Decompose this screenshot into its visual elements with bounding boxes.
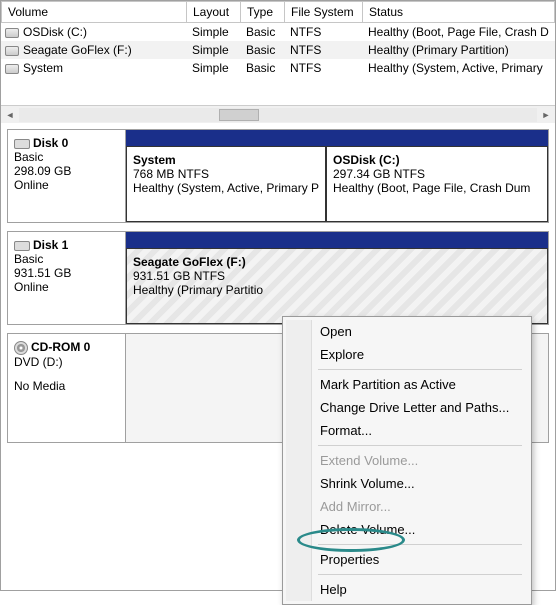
partition-size: 931.51 GB NTFS (133, 269, 541, 283)
col-filesystem[interactable]: File System (285, 2, 363, 23)
partition-selected[interactable]: Seagate GoFlex (F:) 931.51 GB NTFS Healt… (126, 248, 548, 324)
menu-change-letter[interactable]: Change Drive Letter and Paths... (286, 396, 528, 419)
partition-size: 297.34 GB NTFS (333, 167, 541, 181)
partition-name: OSDisk (C:) (333, 153, 541, 167)
menu-separator (318, 369, 522, 370)
volume-name: Seagate GoFlex (F:) (23, 43, 132, 57)
volume-icon (5, 64, 19, 74)
cdrom-drive: DVD (D:) (14, 355, 119, 369)
disk-row-1: Disk 1 Basic 931.51 GB Online Seagate Go… (7, 231, 549, 325)
scroll-thumb[interactable] (219, 109, 259, 121)
cdrom-icon (14, 341, 28, 355)
partition-status: Healthy (Boot, Page File, Crash Dum (333, 181, 541, 195)
col-status[interactable]: Status (363, 2, 555, 23)
cdrom-state: No Media (14, 379, 119, 393)
col-type[interactable]: Type (241, 2, 285, 23)
partition-status: Healthy (System, Active, Primary P (133, 181, 319, 195)
menu-open[interactable]: Open (286, 320, 528, 343)
context-menu: Open Explore Mark Partition as Active Ch… (282, 316, 532, 605)
menu-mark-active[interactable]: Mark Partition as Active (286, 373, 528, 396)
disk-info[interactable]: CD-ROM 0 DVD (D:) No Media (8, 334, 126, 442)
disk-title: Disk 1 (33, 238, 68, 252)
volume-name: OSDisk (C:) (23, 25, 87, 39)
volume-list: Volume Layout Type File System Status (1, 1, 555, 23)
col-volume[interactable]: Volume (2, 2, 187, 23)
disk-size: 931.51 GB (14, 266, 119, 280)
disk-title: Disk 0 (33, 136, 68, 150)
menu-add-mirror: Add Mirror... (286, 495, 528, 518)
volume-row[interactable]: Seagate GoFlex (F:) Simple Basic NTFS He… (1, 41, 555, 59)
partition-name: System (133, 153, 319, 167)
partition-name: Seagate GoFlex (F:) (133, 255, 541, 269)
disk-type: Basic (14, 150, 119, 164)
menu-explore[interactable]: Explore (286, 343, 528, 366)
scroll-track[interactable] (19, 108, 537, 122)
menu-separator (318, 574, 522, 575)
disk-state: Online (14, 178, 119, 192)
menu-properties[interactable]: Properties (286, 548, 528, 571)
disk-title: CD-ROM 0 (31, 340, 90, 354)
scroll-right-icon[interactable]: ► (537, 106, 555, 124)
horizontal-scrollbar[interactable]: ◄ ► (1, 105, 555, 123)
volume-icon (5, 28, 19, 38)
scroll-left-icon[interactable]: ◄ (1, 106, 19, 124)
disk-type: Basic (14, 252, 119, 266)
disk-management-window: Volume Layout Type File System Status OS… (0, 0, 556, 591)
col-layout[interactable]: Layout (187, 2, 241, 23)
menu-help[interactable]: Help (286, 578, 528, 601)
volume-row[interactable]: System Simple Basic NTFS Healthy (System… (1, 59, 555, 77)
volume-icon (5, 46, 19, 56)
disk-state: Online (14, 280, 119, 294)
menu-extend: Extend Volume... (286, 449, 528, 472)
partition[interactable]: OSDisk (C:) 297.34 GB NTFS Healthy (Boot… (326, 146, 548, 222)
disk-icon (14, 241, 30, 251)
disk-icon (14, 139, 30, 149)
partition-header-bar (126, 232, 548, 248)
menu-separator (318, 445, 522, 446)
partition-size: 768 MB NTFS (133, 167, 319, 181)
partition-header-bar (126, 130, 548, 146)
disk-size: 298.09 GB (14, 164, 119, 178)
partition-status: Healthy (Primary Partitio (133, 283, 541, 297)
disk-info[interactable]: Disk 0 Basic 298.09 GB Online (8, 130, 126, 222)
volume-row[interactable]: OSDisk (C:) Simple Basic NTFS Healthy (B… (1, 23, 555, 41)
volume-name: System (23, 61, 63, 75)
menu-delete[interactable]: Delete Volume... (286, 518, 528, 541)
disk-row-0: Disk 0 Basic 298.09 GB Online System 768… (7, 129, 549, 223)
menu-separator (318, 544, 522, 545)
partition[interactable]: System 768 MB NTFS Healthy (System, Acti… (126, 146, 326, 222)
menu-format[interactable]: Format... (286, 419, 528, 442)
disk-info[interactable]: Disk 1 Basic 931.51 GB Online (8, 232, 126, 324)
menu-shrink[interactable]: Shrink Volume... (286, 472, 528, 495)
